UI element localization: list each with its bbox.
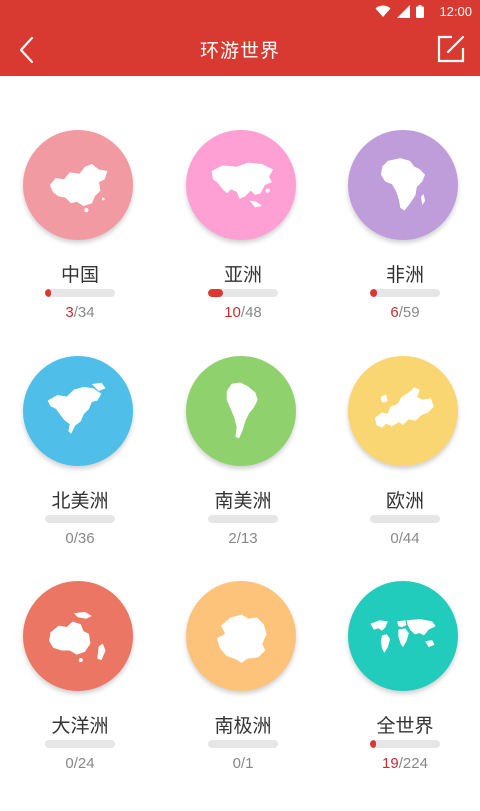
region-circle-button[interactable] (23, 581, 133, 691)
region-tile[interactable]: 亚洲 10/48 (163, 130, 323, 360)
page-title: 环游世界 (199, 40, 280, 62)
visited-count: 0 (65, 530, 74, 547)
status-icons (375, 5, 424, 18)
region-circle-button[interactable] (186, 356, 296, 466)
total-count: /34 (73, 304, 95, 321)
progress-bar (208, 289, 278, 297)
progress-count: 6/59 (325, 304, 480, 321)
battery-icon (416, 5, 424, 18)
region-tile[interactable]: 南美洲 2/13 (163, 356, 323, 586)
progress-count: 19/224 (325, 755, 480, 772)
progress-fill (370, 740, 376, 748)
progress-bar (370, 740, 440, 748)
total-count: /224 (398, 755, 428, 772)
region-tile[interactable]: 欧洲 0/44 (325, 356, 480, 586)
progress-count: 2/13 (163, 530, 323, 547)
region-label: 大洋洲 (51, 715, 109, 737)
progress-bar (45, 515, 115, 523)
progress-bar (370, 515, 440, 523)
region-circle-button[interactable] (23, 130, 133, 240)
south-america-map-icon (206, 380, 276, 442)
visited-count: 0 (232, 755, 241, 772)
region-label: 南极洲 (214, 715, 272, 737)
region-tile[interactable]: 大洋洲 0/24 (0, 581, 160, 811)
status-bar: 12:00 (0, 0, 480, 24)
africa-map-icon (368, 154, 438, 216)
region-circle-button[interactable] (348, 130, 458, 240)
progress-bar (45, 289, 115, 297)
total-count: /1 (240, 755, 254, 772)
world-map-icon (368, 605, 438, 667)
region-label: 亚洲 (223, 264, 262, 286)
progress-count: 3/34 (0, 304, 160, 321)
china-map-icon (43, 154, 113, 216)
visited-count: 0 (65, 755, 74, 772)
wifi-icon (375, 5, 391, 17)
region-label: 全世界 (376, 715, 434, 737)
signal-icon (397, 5, 410, 18)
progress-count: 0/36 (0, 530, 160, 547)
region-label: 中国 (60, 264, 99, 286)
total-count: /44 (398, 530, 420, 547)
region-tile[interactable]: 北美洲 0/36 (0, 356, 160, 586)
progress-bar (370, 289, 440, 297)
visited-count: 6 (390, 304, 399, 321)
visited-count: 10 (224, 304, 241, 321)
asia-map-icon (206, 154, 276, 216)
visited-count: 3 (65, 304, 74, 321)
region-tile[interactable]: 中国 3/34 (0, 130, 160, 360)
total-count: /36 (73, 530, 95, 547)
region-tile[interactable]: 南极洲 0/1 (163, 581, 323, 811)
region-label: 北美洲 (51, 490, 109, 512)
progress-fill (45, 289, 52, 297)
region-label: 南美洲 (214, 490, 272, 512)
oceania-map-icon (43, 605, 113, 667)
europe-map-icon (368, 380, 438, 442)
region-circle-button[interactable] (348, 581, 458, 691)
progress-count: 0/24 (0, 755, 160, 772)
app-bar: 环游世界 (0, 24, 480, 76)
progress-bar (208, 515, 278, 523)
visited-count: 19 (382, 755, 399, 772)
region-circle-button[interactable] (23, 356, 133, 466)
progress-bar (208, 740, 278, 748)
region-circle-button[interactable] (186, 581, 296, 691)
total-count: /59 (398, 304, 420, 321)
antarctica-map-icon (206, 605, 276, 667)
total-count: /13 (236, 530, 258, 547)
region-grid: 中国 3/34 亚洲 10/48 非洲 6/59 北美洲 0/36 南美洲 2/13 欧洲 0/44 大… (0, 76, 480, 800)
region-label: 欧洲 (385, 490, 424, 512)
progress-fill (370, 289, 377, 297)
progress-fill (208, 289, 223, 297)
progress-count: 0/44 (325, 530, 480, 547)
visited-count: 2 (228, 530, 237, 547)
total-count: /24 (73, 755, 95, 772)
region-circle-button[interactable] (348, 356, 458, 466)
total-count: /48 (240, 304, 262, 321)
region-tile[interactable]: 全世界 19/224 (325, 581, 480, 811)
north-america-map-icon (43, 380, 113, 442)
region-label: 非洲 (385, 264, 424, 286)
progress-count: 10/48 (163, 304, 323, 321)
region-circle-button[interactable] (186, 130, 296, 240)
progress-bar (45, 740, 115, 748)
visited-count: 0 (390, 530, 399, 547)
edit-icon[interactable] (436, 34, 466, 64)
region-tile[interactable]: 非洲 6/59 (325, 130, 480, 360)
status-time: 12:00 (439, 4, 472, 19)
progress-count: 0/1 (163, 755, 323, 772)
